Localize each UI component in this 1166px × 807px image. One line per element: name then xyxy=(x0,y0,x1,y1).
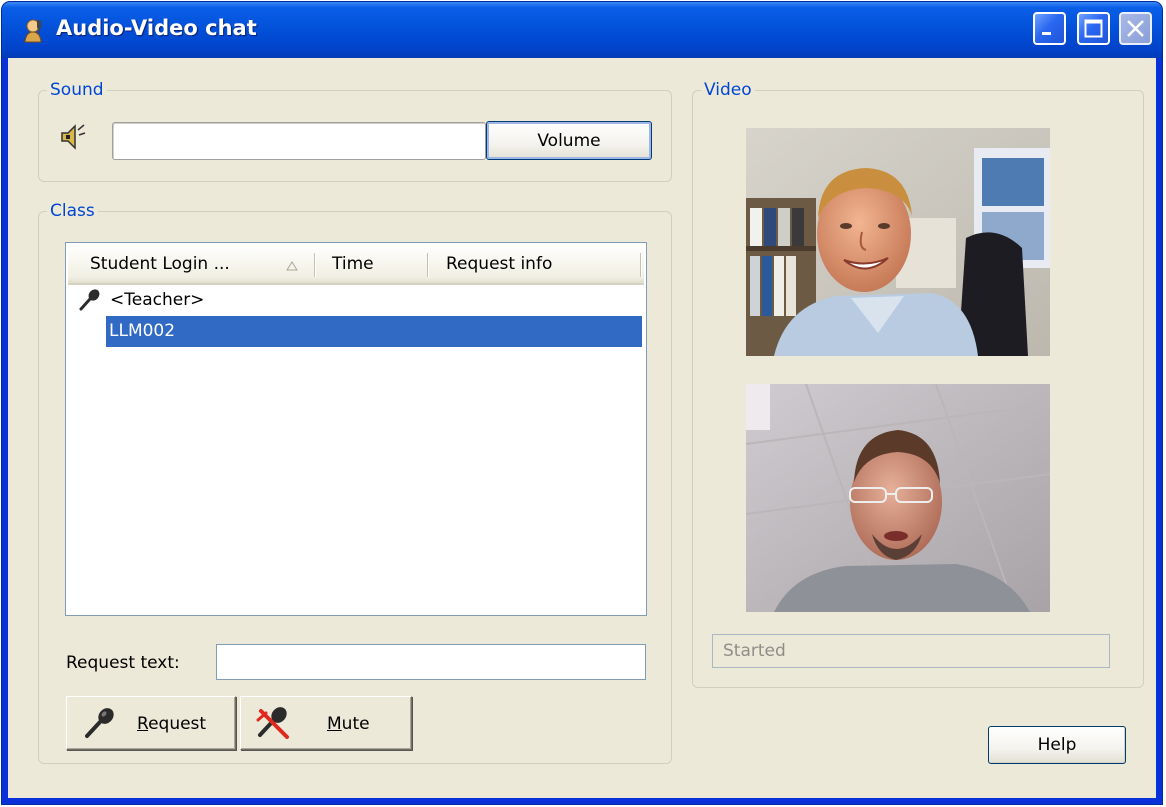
microphone-icon xyxy=(79,289,100,311)
mute-button[interactable]: Mute xyxy=(240,696,412,750)
student-list[interactable]: Student Login ... Time Request info <Tea… xyxy=(65,242,647,616)
muted-microphone-icon xyxy=(256,707,289,739)
column-divider[interactable] xyxy=(314,253,315,277)
column-header-request-info-label: Request info xyxy=(446,254,553,274)
minimize-icon xyxy=(1042,32,1051,35)
column-header-student-login-label: Student Login ... xyxy=(90,254,230,274)
sort-ascending-icon xyxy=(286,261,298,271)
student-video-feed xyxy=(746,384,1050,612)
request-text-label: Request text: xyxy=(66,653,180,673)
teacher-video-feed xyxy=(746,128,1050,356)
student-video-image xyxy=(746,384,1050,612)
close-icon xyxy=(1127,20,1144,37)
window-title: Audio-Video chat xyxy=(56,16,257,40)
column-divider[interactable] xyxy=(640,253,641,277)
student-list-header: Student Login ... Time Request info xyxy=(68,245,644,285)
window-client-area: Sound Volume Class Student Login ... Tim… xyxy=(8,58,1156,798)
request-button[interactable]: Request xyxy=(66,696,236,750)
maximize-icon xyxy=(1084,19,1103,38)
maximize-button[interactable] xyxy=(1077,12,1110,45)
volume-button[interactable]: Volume xyxy=(486,121,652,160)
request-button-label: Request xyxy=(137,714,207,734)
volume-level-field[interactable] xyxy=(112,122,486,160)
request-text-input[interactable] xyxy=(216,644,646,680)
column-header-time-label: Time xyxy=(332,254,374,274)
video-status-field: Started xyxy=(712,634,1110,668)
app-window: Audio-Video chat Sound Volume Class Stud… xyxy=(2,2,1162,804)
title-bar[interactable]: Audio-Video chat xyxy=(2,2,1162,58)
class-group-label: Class xyxy=(47,200,98,222)
app-icon xyxy=(24,19,42,43)
column-header-time[interactable]: Time xyxy=(332,245,422,283)
minimize-button[interactable] xyxy=(1033,12,1066,45)
student-login-cell: LLM002 xyxy=(109,321,176,341)
sound-group-label: Sound xyxy=(47,79,107,101)
table-row[interactable]: <Teacher> xyxy=(68,285,642,316)
column-divider[interactable] xyxy=(427,253,428,277)
teacher-video-image xyxy=(746,128,1050,356)
close-button[interactable] xyxy=(1119,12,1152,45)
microphone-icon xyxy=(85,708,114,738)
table-row[interactable]: LLM002 xyxy=(106,316,642,347)
speaker-icon xyxy=(61,124,86,150)
help-button[interactable]: Help xyxy=(988,726,1126,764)
video-group-label: Video xyxy=(701,79,755,101)
column-header-student-login[interactable]: Student Login ... xyxy=(90,245,315,283)
mute-button-label: Mute xyxy=(327,714,370,734)
column-header-request-info[interactable]: Request info xyxy=(446,245,636,283)
student-login-cell: <Teacher> xyxy=(110,290,205,310)
